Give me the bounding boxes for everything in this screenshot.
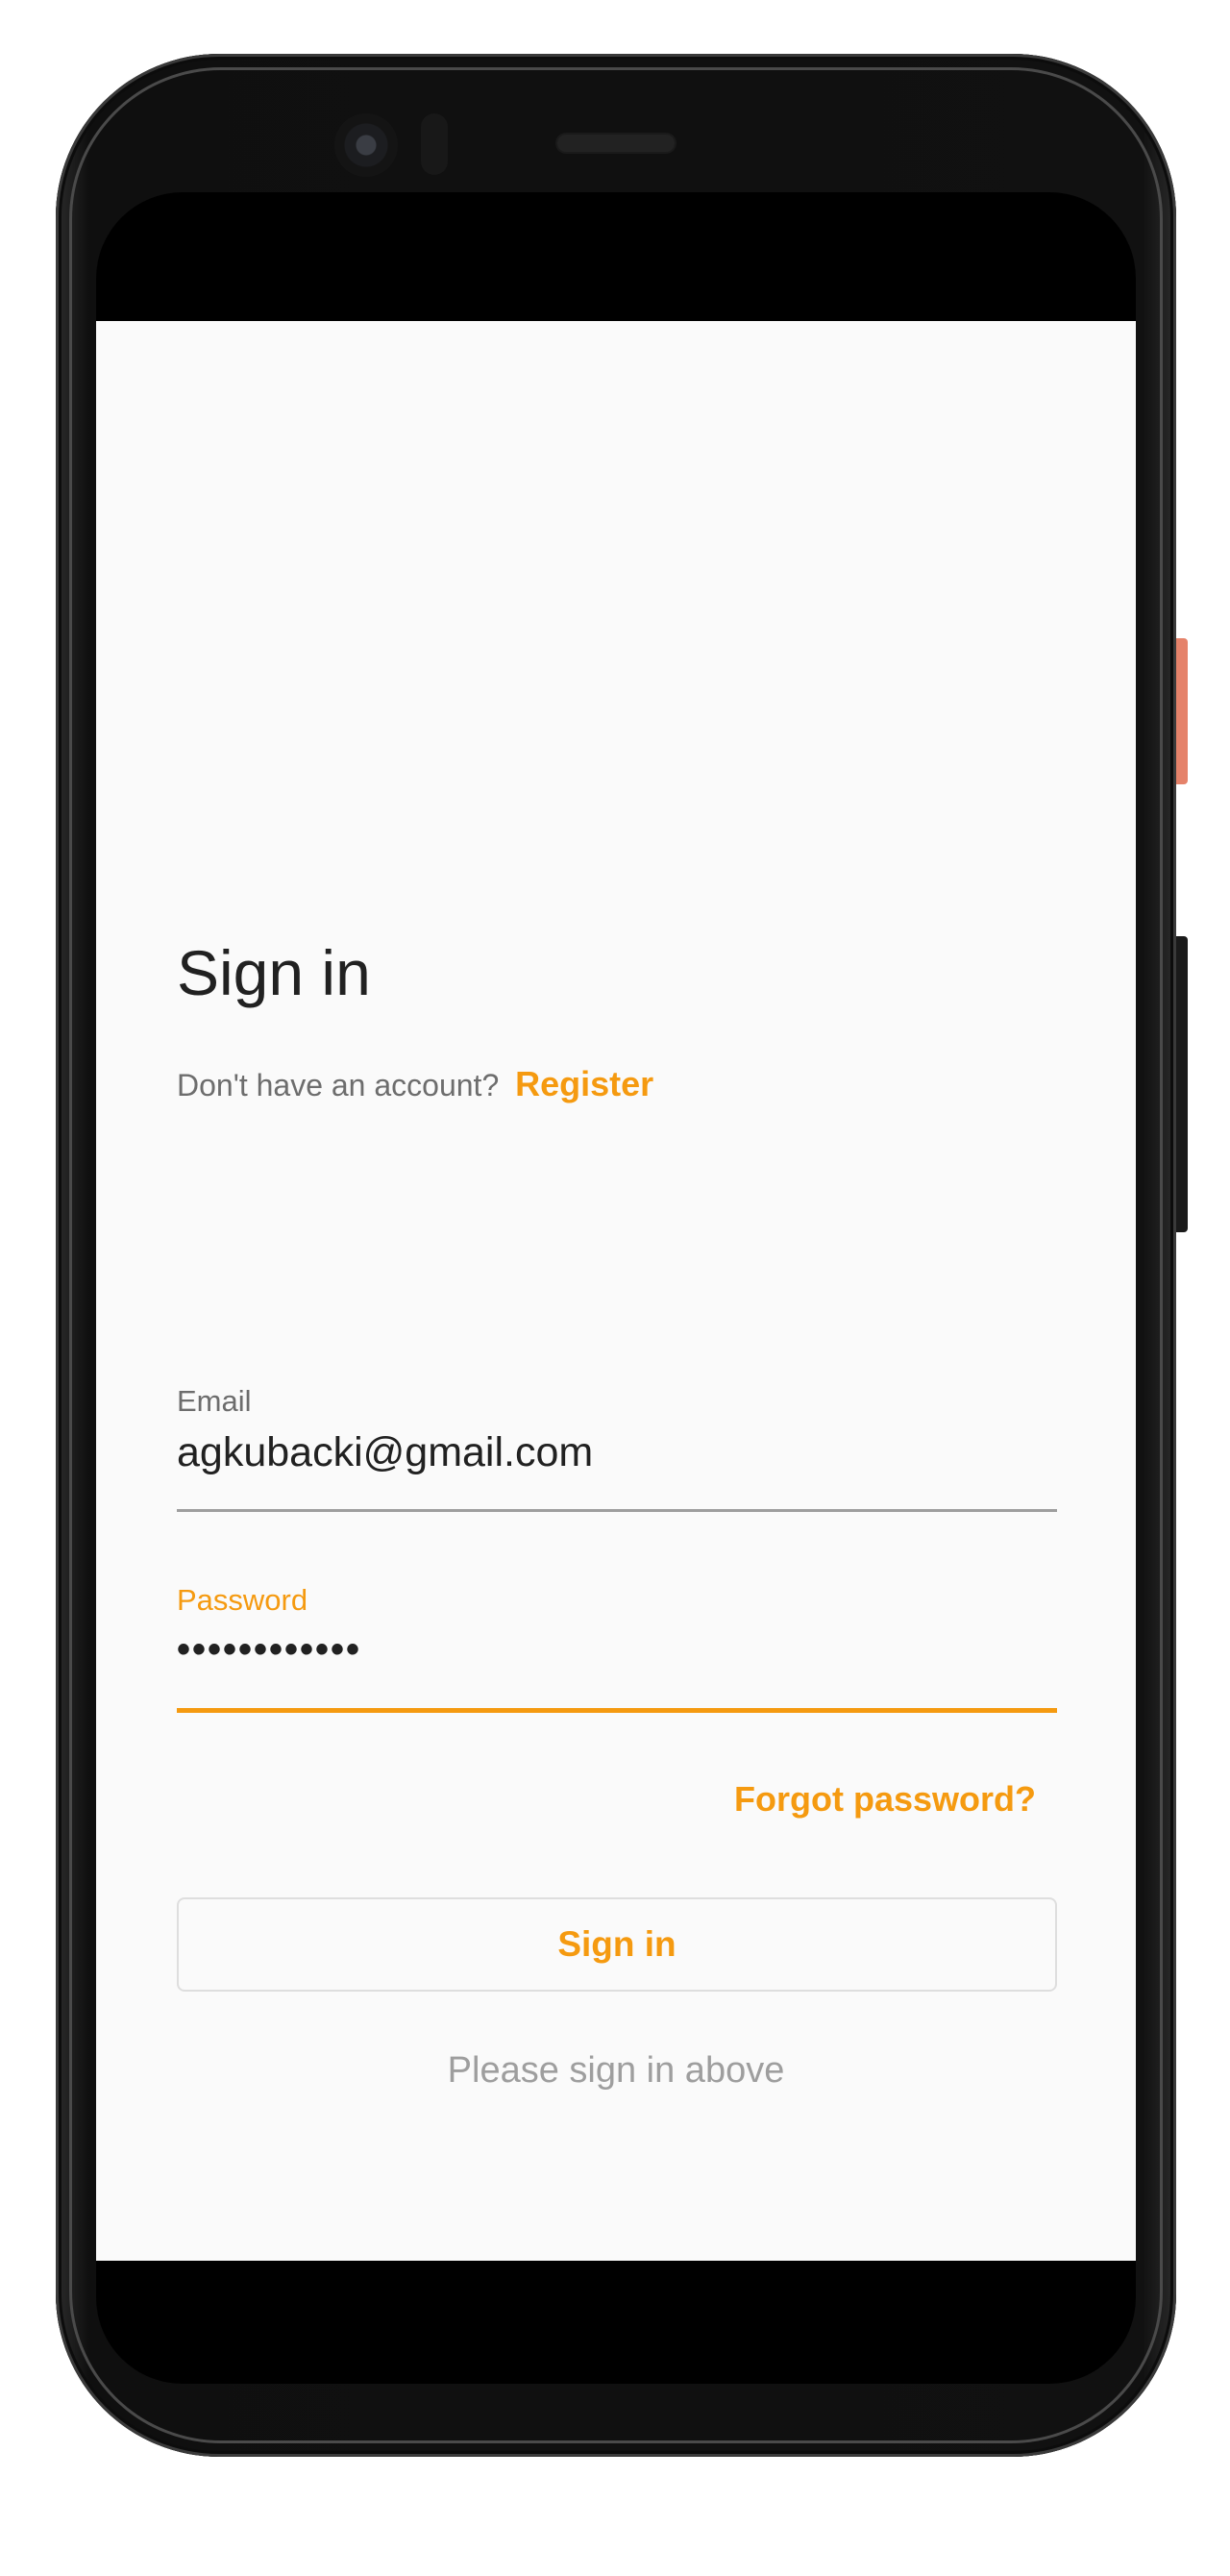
forgot-password-link[interactable]: Forgot password? — [734, 1778, 1036, 1821]
email-underline — [177, 1509, 1057, 1512]
password-input[interactable]: •••••••••••• — [177, 1625, 1057, 1673]
proximity-sensor — [421, 113, 448, 175]
password-label: Password — [177, 1583, 308, 1617]
password-field[interactable]: Password •••••••••••• — [177, 1583, 1057, 1718]
email-label: Email — [177, 1384, 252, 1418]
register-prompt: Don't have an account? Register — [177, 1065, 653, 1104]
status-message: Please sign in above — [447, 2050, 785, 2091]
sign-in-button[interactable]: Sign in — [177, 1897, 1057, 1992]
register-link[interactable]: Register — [515, 1064, 653, 1103]
page-title: Sign in — [177, 937, 371, 1008]
power-button — [1176, 638, 1188, 784]
email-input[interactable]: agkubacki@gmail.com — [177, 1428, 1057, 1476]
earpiece-speaker — [557, 135, 675, 152]
no-account-text: Don't have an account? — [177, 1068, 500, 1102]
signin-page: Sign in Don't have an account? Register … — [96, 321, 1136, 2261]
front-camera-icon — [334, 113, 398, 177]
password-underline-focused — [177, 1708, 1057, 1713]
device-screen: Sign in Don't have an account? Register … — [96, 192, 1136, 2384]
volume-button — [1176, 936, 1188, 1232]
email-field[interactable]: Email agkubacki@gmail.com — [177, 1384, 1057, 1519]
